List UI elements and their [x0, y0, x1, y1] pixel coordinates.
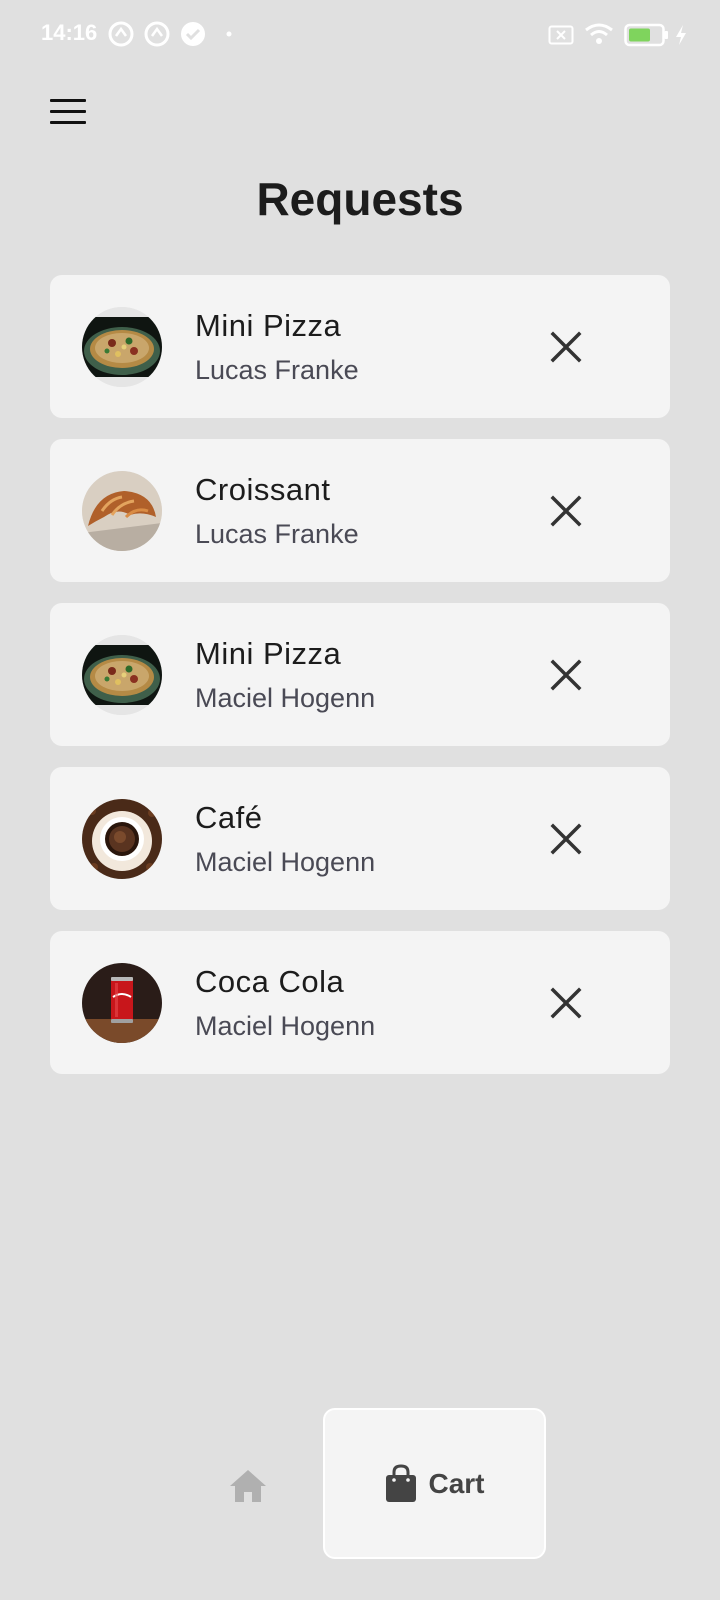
requester-name: Maciel Hogenn: [195, 683, 376, 713]
dot-icon: [226, 31, 232, 37]
status-bar: 14:16: [0, 0, 720, 70]
request-card: Coca Cola Maciel Hogenn: [50, 931, 670, 1074]
coffee-image: [82, 799, 162, 879]
requester-name: Lucas Franke: [195, 355, 359, 385]
pizza-image: [82, 307, 162, 387]
home-nav-button[interactable]: [224, 1462, 272, 1510]
cart-nav-button[interactable]: Cart: [323, 1408, 546, 1559]
pizza-image: [82, 635, 162, 715]
no-sim-icon: [548, 25, 574, 45]
item-name: Croissant: [195, 472, 331, 507]
item-name: Coca Cola: [195, 964, 345, 999]
wifi-icon: [585, 23, 613, 44]
request-card: Mini Pizza Maciel Hogenn: [50, 603, 670, 746]
check-circle-icon: [181, 22, 205, 46]
charging-bolt-icon: [676, 25, 686, 45]
battery-icon: [624, 23, 668, 47]
item-name: Café: [195, 800, 263, 835]
close-icon: [550, 495, 582, 527]
cart-label: Cart: [428, 1467, 485, 1499]
requester-name: Maciel Hogenn: [195, 1011, 376, 1041]
status-time: 14:16: [41, 20, 98, 45]
close-icon: [550, 987, 582, 1019]
close-icon: [550, 823, 582, 855]
remove-request-button[interactable]: [542, 815, 590, 863]
request-card: Mini Pizza Lucas Franke: [50, 275, 670, 418]
remove-request-button[interactable]: [542, 323, 590, 371]
request-card: Croissant Lucas Franke: [50, 439, 670, 582]
remove-request-button[interactable]: [542, 487, 590, 535]
remove-request-button[interactable]: [542, 651, 590, 699]
croissant-image: [82, 471, 162, 551]
close-icon: [550, 331, 582, 363]
soda-can-image: [82, 963, 162, 1043]
shopping-bag-icon: [386, 1463, 417, 1502]
remove-request-button[interactable]: [542, 979, 590, 1027]
hamburger-menu-icon[interactable]: [46, 92, 88, 130]
item-name: Mini Pizza: [195, 308, 342, 343]
request-card: Café Maciel Hogenn: [50, 767, 670, 910]
notification-app-icon-2: [144, 21, 170, 47]
page-title: Requests: [256, 173, 464, 225]
requester-name: Maciel Hogenn: [195, 847, 376, 877]
bottom-navigation: Cart: [0, 1400, 720, 1600]
home-icon: [230, 1470, 266, 1502]
requester-name: Lucas Franke: [195, 519, 359, 549]
item-name: Mini Pizza: [195, 636, 342, 671]
close-icon: [550, 659, 582, 691]
notification-app-icon: [108, 21, 134, 47]
